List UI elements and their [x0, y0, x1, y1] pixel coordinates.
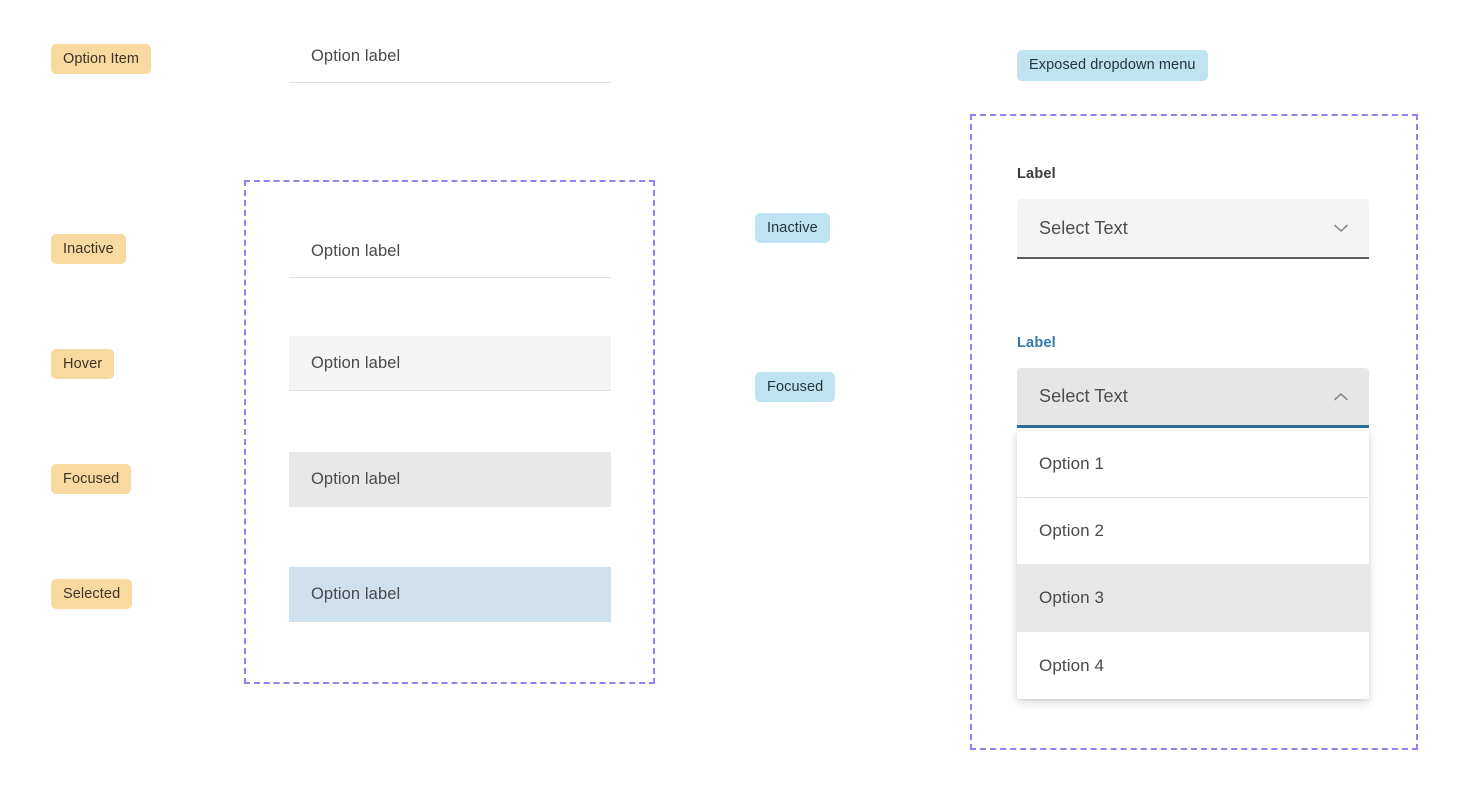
inactive-select-field[interactable]: Select Text — [1017, 199, 1369, 259]
dropdown-menu-panel: Option 1 Option 2 Option 3 Option 4 — [1017, 431, 1369, 699]
option-row-focused[interactable]: Option label — [289, 452, 611, 507]
focused-select-field[interactable]: Select Text — [1017, 368, 1369, 428]
inactive-select-value: Select Text — [1039, 217, 1128, 238]
option-item-preview-label: Option label — [311, 46, 401, 65]
focused-select-label: Label — [1017, 335, 1056, 351]
option-row-label: Option label — [311, 241, 401, 260]
option-item-preview[interactable]: Option label — [289, 30, 611, 83]
option-row-inactive[interactable]: Option label — [289, 225, 611, 278]
menu-item-label: Option 3 — [1039, 588, 1105, 607]
option-row-selected[interactable]: Option label — [289, 567, 611, 622]
dropdown-state-badge-inactive: Inactive — [755, 213, 830, 243]
chevron-down-icon[interactable] — [1331, 218, 1351, 238]
option-row-label: Option label — [311, 353, 401, 372]
section-title-badge: Exposed dropdown menu — [1017, 50, 1208, 81]
option-row-hover[interactable]: Option label — [289, 336, 611, 391]
menu-item-option-1[interactable]: Option 1 — [1017, 431, 1369, 498]
menu-item-option-2[interactable]: Option 2 — [1017, 498, 1369, 565]
inactive-select-label: Label — [1017, 166, 1056, 182]
focused-select-value: Select Text — [1039, 386, 1128, 406]
state-badge-inactive: Inactive — [51, 234, 126, 264]
dropdown-state-badge-focused: Focused — [755, 372, 836, 402]
menu-item-label: Option 1 — [1039, 454, 1105, 473]
menu-item-option-3[interactable]: Option 3 — [1017, 565, 1369, 632]
state-badge-option-item: Option Item — [51, 44, 152, 74]
menu-item-option-4[interactable]: Option 4 — [1017, 632, 1369, 699]
chevron-up-icon[interactable] — [1331, 387, 1351, 407]
menu-item-label: Option 4 — [1039, 655, 1105, 675]
state-badge-hover: Hover — [51, 349, 115, 379]
state-badge-selected: Selected — [51, 579, 133, 609]
option-row-label: Option label — [311, 470, 401, 488]
menu-item-label: Option 2 — [1039, 521, 1105, 540]
state-badge-focused: Focused — [51, 464, 132, 494]
option-row-label: Option label — [311, 585, 401, 603]
